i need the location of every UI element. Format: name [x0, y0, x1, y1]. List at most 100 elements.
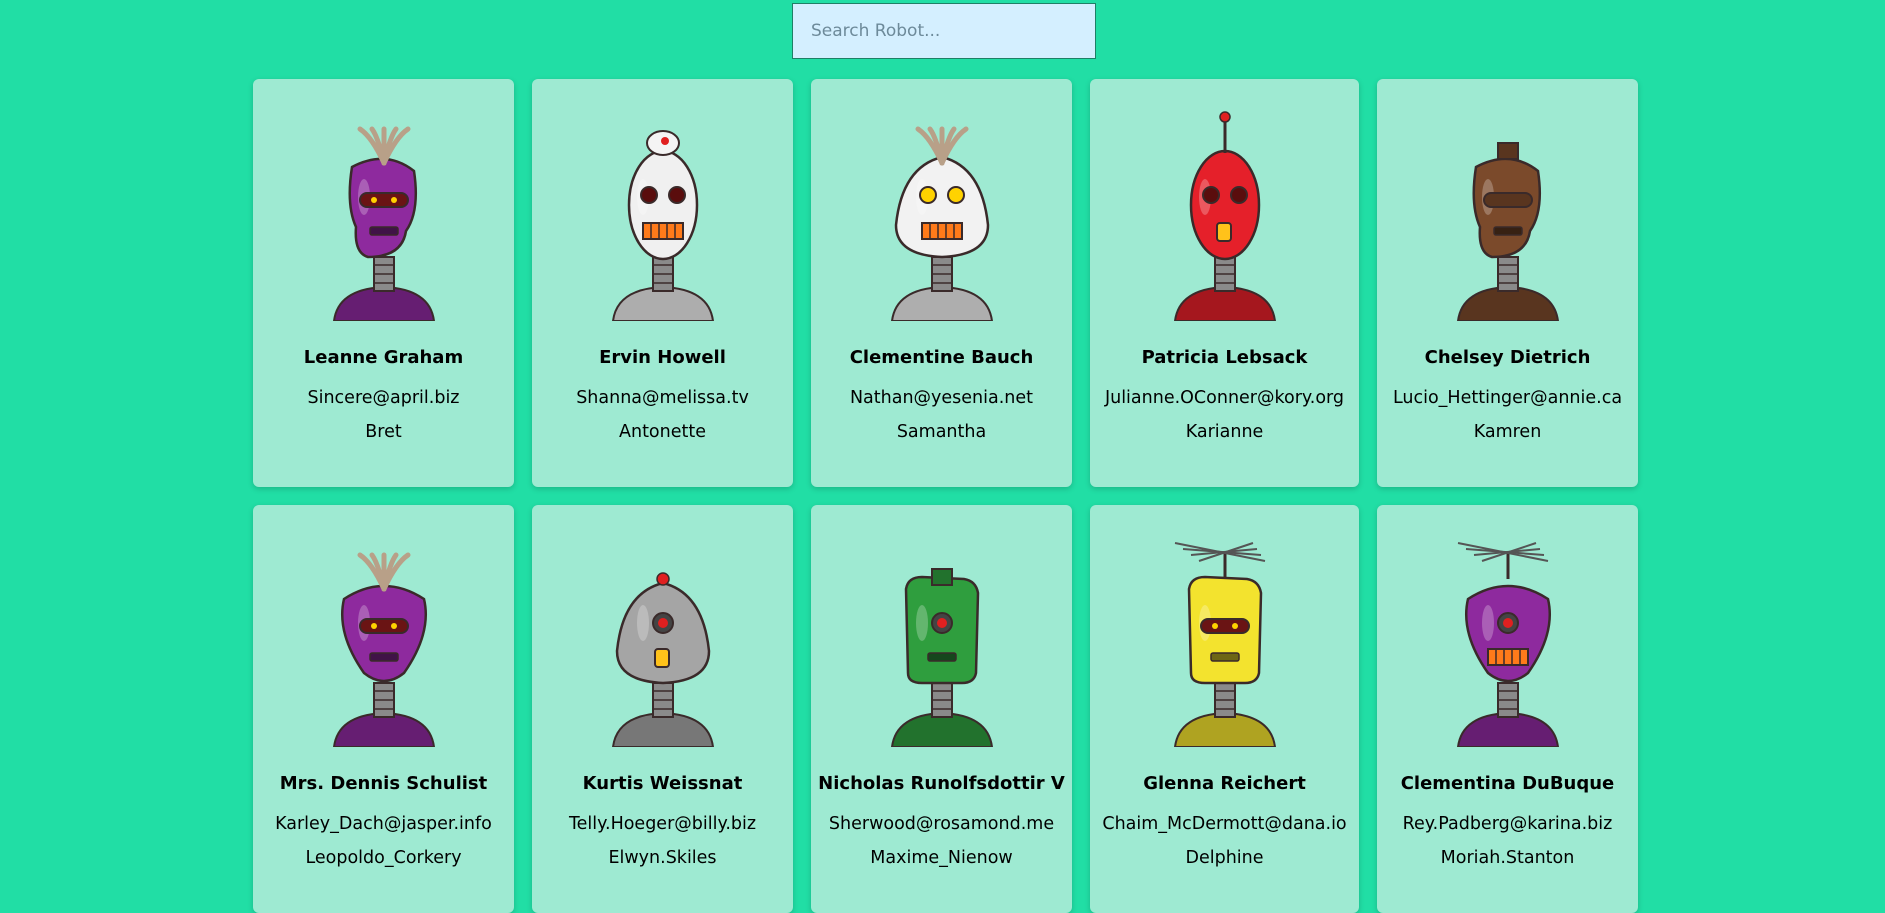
robot-body: [1173, 285, 1276, 321]
robot-card-list: Leanne Graham Sincere@april.biz Bret Erv…: [253, 79, 1638, 913]
search-input[interactable]: [792, 3, 1096, 59]
robot-email: Nathan@yesenia.net: [849, 388, 1034, 408]
robot-body: [890, 285, 993, 321]
robot-name: Ervin Howell: [599, 347, 726, 368]
robot-eye-pupil: [657, 618, 668, 628]
robot-body: [332, 285, 435, 321]
robot-eye: [1201, 186, 1220, 204]
robot-body: [611, 285, 714, 321]
robot-antenna-light: [1218, 111, 1231, 123]
robot-head: [894, 155, 989, 259]
robot-card[interactable]: Ervin Howell Shanna@melissa.tv Antonette: [532, 79, 793, 487]
robot-username: Moriah.Stanton: [1440, 848, 1575, 868]
robot-email: Telly.Hoeger@billy.biz: [568, 814, 757, 834]
robot-username: Delphine: [1185, 848, 1264, 868]
robot-email: Sincere@april.biz: [307, 388, 460, 408]
robot-mouth: [1215, 222, 1232, 242]
robot-eye-pupil: [1502, 618, 1513, 628]
robot-eye: [918, 186, 937, 204]
robot-eye: [370, 197, 377, 203]
robot-mouth: [641, 222, 684, 240]
robot-avatar-image: [1456, 142, 1559, 321]
robot-email: Karley_Dach@jasper.info: [275, 814, 492, 834]
robot-card[interactable]: Chelsey Dietrich Lucio_Hettinger@annie.c…: [1377, 79, 1638, 487]
robot-avatar-image: [890, 568, 993, 747]
robot-mouth: [653, 648, 670, 668]
robot-card[interactable]: Patricia Lebsack Julianne.OConner@kory.o…: [1090, 79, 1359, 487]
robot-dish-light: [660, 137, 669, 145]
robot-username: Antonette: [619, 422, 706, 442]
robot-eye: [370, 623, 377, 629]
robot-avatar-image: [611, 572, 714, 747]
robot-highlight: [915, 605, 928, 641]
robot-email: Sherwood@rosamond.me: [828, 814, 1055, 834]
robot-mouth: [368, 226, 399, 236]
robot-bulb: [655, 572, 670, 586]
robot-username: Leopoldo_Corkery: [305, 848, 462, 868]
robot-name: Chelsey Dietrich: [1424, 347, 1591, 368]
robot-card[interactable]: Glenna Reichert Chaim_McDermott@dana.io …: [1090, 505, 1359, 913]
robot-body: [890, 711, 993, 747]
robot-mouth: [1209, 652, 1240, 662]
robot-mouth: [926, 652, 957, 662]
robot-body: [332, 711, 435, 747]
robot-cap: [930, 568, 953, 586]
robot-body: [1456, 285, 1559, 321]
robot-avatar-image: [890, 126, 993, 321]
robot-name: Glenna Reichert: [1143, 773, 1306, 794]
robot-mouth: [920, 222, 963, 240]
robot-card[interactable]: Leanne Graham Sincere@april.biz Bret: [253, 79, 514, 487]
robot-avatar-image: [332, 552, 435, 747]
robot-avatar-image: [1173, 111, 1276, 321]
robot-name: Clementina DuBuque: [1400, 773, 1615, 794]
robot-visor: [1482, 192, 1533, 208]
robot-eye: [667, 186, 686, 204]
robot-name: Mrs. Dennis Schulist: [279, 773, 488, 794]
robot-highlight: [636, 605, 649, 641]
robot-name: Leanne Graham: [303, 347, 464, 368]
robot-visor: [1199, 618, 1250, 634]
robot-eye: [1229, 186, 1248, 204]
robot-name: Clementine Bauch: [849, 347, 1034, 368]
robot-card[interactable]: Mrs. Dennis Schulist Karley_Dach@jasper.…: [253, 505, 514, 913]
robot-eye: [946, 186, 965, 204]
robot-mouth: [368, 652, 399, 662]
robot-username: Bret: [365, 422, 402, 442]
robot-username: Kamren: [1473, 422, 1542, 442]
robot-username: Maxime_Nienow: [870, 848, 1013, 868]
robot-card[interactable]: Nicholas Runolfsdottir V Sherwood@rosamo…: [811, 505, 1072, 913]
robot-username: Karianne: [1185, 422, 1264, 442]
robot-avatar-image: [1456, 542, 1559, 747]
robot-name: Nicholas Runolfsdottir V: [818, 773, 1065, 794]
robot-mouth: [1492, 226, 1523, 236]
robot-eye: [1231, 623, 1238, 629]
robot-email: Lucio_Hettinger@annie.ca: [1392, 388, 1623, 408]
robot-username: Samantha: [896, 422, 987, 442]
robot-card[interactable]: Kurtis Weissnat Telly.Hoeger@billy.biz E…: [532, 505, 793, 913]
robot-eye: [1211, 623, 1218, 629]
robot-card[interactable]: Clementine Bauch Nathan@yesenia.net Sama…: [811, 79, 1072, 487]
robot-cap: [1496, 142, 1519, 160]
robot-name: Kurtis Weissnat: [582, 773, 743, 794]
robot-visor: [358, 618, 409, 634]
robot-avatar-image: [1173, 542, 1276, 747]
robot-highlight: [1481, 605, 1494, 641]
robot-body: [1173, 711, 1276, 747]
robot-eye: [390, 197, 397, 203]
robot-email: Chaim_McDermott@dana.io: [1102, 814, 1347, 834]
robot-visor: [358, 192, 409, 208]
robot-name: Patricia Lebsack: [1141, 347, 1308, 368]
robot-email: Rey.Padberg@karina.biz: [1402, 814, 1613, 834]
robot-email: Shanna@melissa.tv: [576, 388, 749, 408]
search-bar: [792, 3, 1096, 59]
robot-eye: [390, 623, 397, 629]
robot-body: [1456, 711, 1559, 747]
robot-mouth: [1486, 648, 1529, 666]
robot-avatar-image: [332, 126, 435, 321]
robot-card[interactable]: Clementina DuBuque Rey.Padberg@karina.bi…: [1377, 505, 1638, 913]
robot-body: [611, 711, 714, 747]
robot-avatar-image: [611, 130, 714, 321]
robot-eye-pupil: [936, 618, 947, 628]
robot-eye: [639, 186, 658, 204]
robot-username: Elwyn.Skiles: [608, 848, 717, 868]
